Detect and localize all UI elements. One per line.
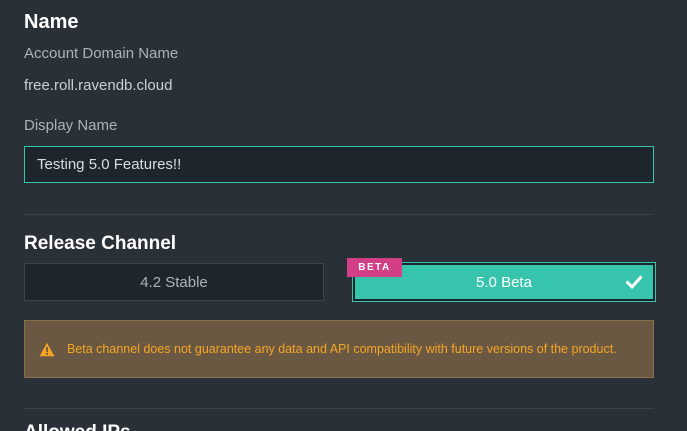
beta-warning-text: Beta channel does not guarantee any data… xyxy=(67,342,617,356)
check-icon xyxy=(625,275,643,290)
allowed-ips-heading: Allowed IPs xyxy=(24,421,131,431)
beta-warning-alert: Beta channel does not guarantee any data… xyxy=(24,320,654,378)
display-name-input[interactable] xyxy=(24,146,654,183)
warning-triangle-icon xyxy=(39,342,55,356)
account-settings-page: Name Account Domain Name free.roll.raven… xyxy=(0,0,687,431)
section-divider xyxy=(24,408,654,409)
account-domain-value: free.roll.ravendb.cloud xyxy=(24,77,173,94)
account-domain-label: Account Domain Name xyxy=(24,45,179,62)
release-channel-heading: Release Channel xyxy=(24,233,177,254)
release-option-stable[interactable]: 4.2 Stable xyxy=(24,263,324,301)
beta-badge: BETA xyxy=(347,258,402,277)
release-option-beta-label: 5.0 Beta xyxy=(476,273,532,291)
section-divider xyxy=(24,214,654,215)
release-option-stable-label: 4.2 Stable xyxy=(140,273,208,291)
name-section-heading: Name xyxy=(24,11,79,33)
display-name-label: Display Name xyxy=(24,117,118,134)
